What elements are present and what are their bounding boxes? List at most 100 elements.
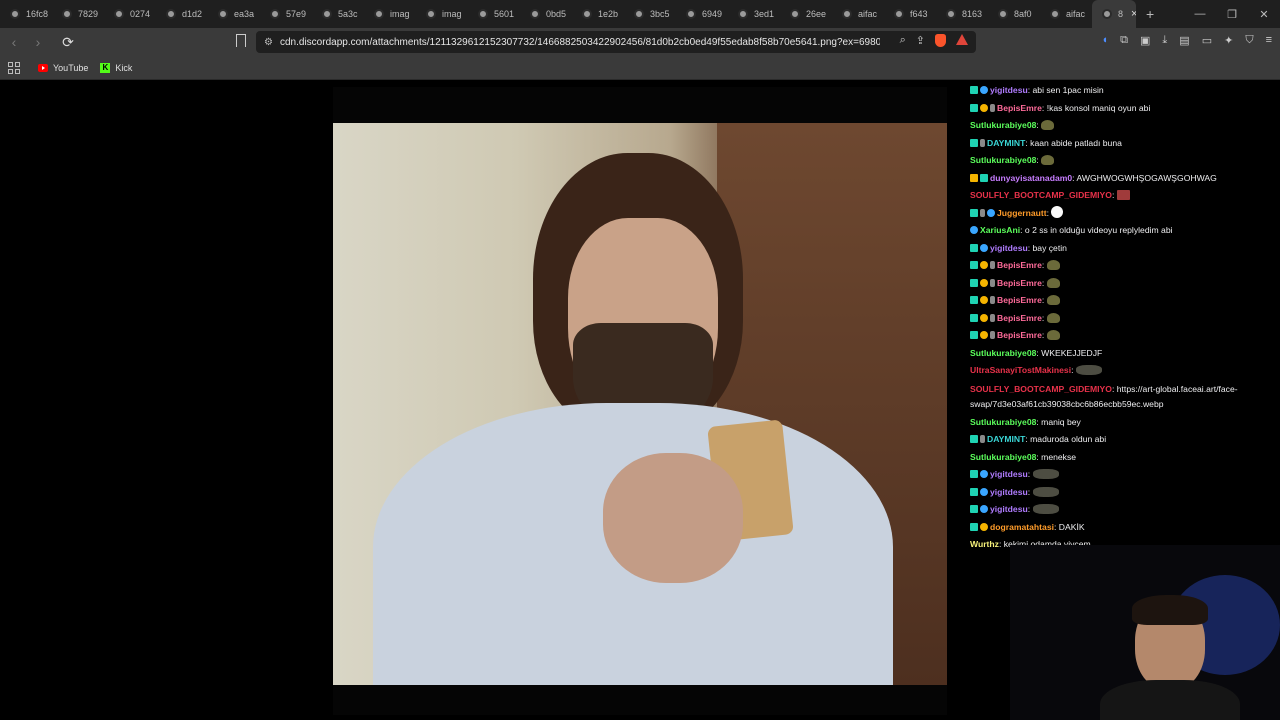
tab[interactable]: 1e2b [572,0,624,28]
share-icon[interactable]: ⇪ [916,34,925,47]
tab[interactable]: 5a3c [312,0,364,28]
tw-badge-icon [980,505,988,513]
chat-username[interactable]: UltraSanayiTostMakinesi [970,365,1071,375]
globe-icon [530,9,540,19]
tab[interactable]: imag [416,0,468,28]
bookmark-youtube[interactable]: YouTube [38,63,88,73]
chat-username[interactable]: yigitdesu [990,243,1028,253]
vpn-icon[interactable]: ⛉ [1245,34,1253,47]
chat-username[interactable]: SOULFLY_BOOTCAMP_GIDEMIYO [970,190,1112,200]
chat-message: Sutlukurabiye08: maniq bey [970,416,1081,427]
tab[interactable]: aifac [832,0,884,28]
tab[interactable]: 0bd5 [520,0,572,28]
tab[interactable]: 7829 [52,0,104,28]
chat-message: BepisEmre: [970,257,1270,275]
gold-badge-icon [980,296,988,304]
tab[interactable]: 8163 [936,0,988,28]
url-text[interactable]: cdn.discordapp.com/attachments/121132961… [280,37,880,48]
bookmark-kick[interactable]: K Kick [100,62,133,73]
chat-username[interactable]: yigitdesu [990,469,1028,479]
reload-button[interactable]: ⟳ [58,34,78,51]
chat-username[interactable]: Sutlukurabiye08 [970,417,1036,427]
tab[interactable]: ea3a [208,0,260,28]
wallet-icon[interactable]: ▭ [1202,34,1212,47]
emote-icon [1116,190,1130,200]
sidebar-icon[interactable]: ▤ [1179,34,1189,47]
sub-badge-icon [970,313,978,322]
chat-message: DAYMINT: kaan abide patladı buna [970,135,1270,153]
tab-label: 57e9 [286,9,307,19]
tab[interactable]: imag [364,0,416,28]
chat-username[interactable]: yigitdesu [990,504,1028,514]
tab-active[interactable]: 8 × [1092,0,1136,28]
tab[interactable]: 57e9 [260,0,312,28]
brave-rewards-icon[interactable] [956,34,968,45]
tab[interactable]: aifac [1040,0,1092,28]
chat-text: bay çetin [1032,242,1067,253]
extensions-icon[interactable]: ⧉ [1120,34,1128,47]
brave-shields-icon[interactable] [935,34,946,47]
chat-username[interactable]: Sutlukurabiye08 [970,452,1036,462]
chat-message: yigitdesu: [970,484,1270,502]
close-tab-icon[interactable]: × [1131,8,1136,20]
chat-username[interactable]: BepisEmre [997,260,1042,270]
chat-username[interactable]: Sutlukurabiye08 [970,120,1036,130]
tab[interactable]: 5601 [468,0,520,28]
gold-badge-icon [980,313,988,322]
site-settings-icon[interactable]: ⚙ [264,37,280,48]
address-bar[interactable]: ⚙ cdn.discordapp.com/attachments/1211329… [256,31,976,53]
chat-username[interactable]: Sutlukurabiye08 [970,155,1036,165]
chat-username[interactable]: DAYMINT [987,138,1025,148]
zoom-icon[interactable]: ⌕ [900,34,906,47]
tab[interactable]: 16fc8 [0,0,52,28]
bookmark-label: Kick [115,62,133,73]
chat-message: BepisEmre: [970,292,1270,310]
globe-icon [1050,9,1060,19]
chat-text: AWGHWOGWHŞOGAWŞGOHWAG [1076,172,1217,183]
chat-username[interactable]: yigitdesu [990,487,1028,497]
forward-button[interactable]: › [28,34,48,50]
emote-icon [1046,277,1060,288]
tw-badge-icon [980,470,988,478]
chat-username[interactable]: DAYMINT [987,434,1025,444]
audio-icon[interactable]: ◖ [1102,34,1109,47]
emote-icon [1046,330,1060,340]
chat-username[interactable]: dogramatahtasi [990,522,1054,532]
tab[interactable]: 8af0 [988,0,1040,28]
tab[interactable]: 6949 [676,0,728,28]
chat-username[interactable]: BepisEmre [997,295,1042,305]
tab[interactable]: f643 [884,0,936,28]
chat-username[interactable]: BepisEmre [997,278,1042,288]
chat-username[interactable]: BepisEmre [997,103,1042,113]
close-window-button[interactable]: ✕ [1248,8,1280,21]
bookmark-icon[interactable] [236,34,246,47]
chat-username[interactable]: SOULFLY_BOOTCAMP_GIDEMIYO [970,384,1112,394]
screenshot-icon[interactable]: ▣ [1140,34,1150,47]
back-button[interactable]: ‹ [4,34,24,50]
tab[interactable]: 0274 [104,0,156,28]
maximize-button[interactable]: ❐ [1216,8,1248,21]
chat-username[interactable]: XariusAni [980,225,1020,235]
chat-username[interactable]: BepisEmre [997,330,1042,340]
chat-username[interactable]: yigitdesu [990,85,1028,95]
chat-message: dunyayisatanadam0: AWGHWOGWHŞOGAWŞGOHWAG [970,170,1270,188]
chat-username[interactable]: BepisEmre [997,313,1042,323]
globe-icon [842,9,852,19]
new-tab-button[interactable]: + [1146,6,1154,22]
tab[interactable]: 3bc5 [624,0,676,28]
apps-icon[interactable] [8,61,20,74]
tab[interactable]: 3ed1 [728,0,780,28]
chat-username[interactable]: Wurthz [970,539,999,549]
tab[interactable]: d1d2 [156,0,208,28]
minimize-button[interactable]: — [1184,8,1216,20]
chat-username[interactable]: dunyayisatanadam0 [990,173,1072,183]
chat-text: o 2 ss in olduğu videoyu replyledim abi [1024,225,1173,235]
download-icon[interactable]: ⤓ [1162,34,1167,47]
chat-username[interactable]: Sutlukurabiye08 [970,348,1036,358]
chat-username[interactable]: Juggernautt [997,208,1047,218]
menu-icon[interactable]: ≡ [1266,34,1272,47]
tw-badge-icon [980,487,988,496]
tab-label: 0274 [130,9,151,19]
leo-ai-icon[interactable]: ✦ [1224,34,1233,47]
tab[interactable]: 26ee [780,0,832,28]
